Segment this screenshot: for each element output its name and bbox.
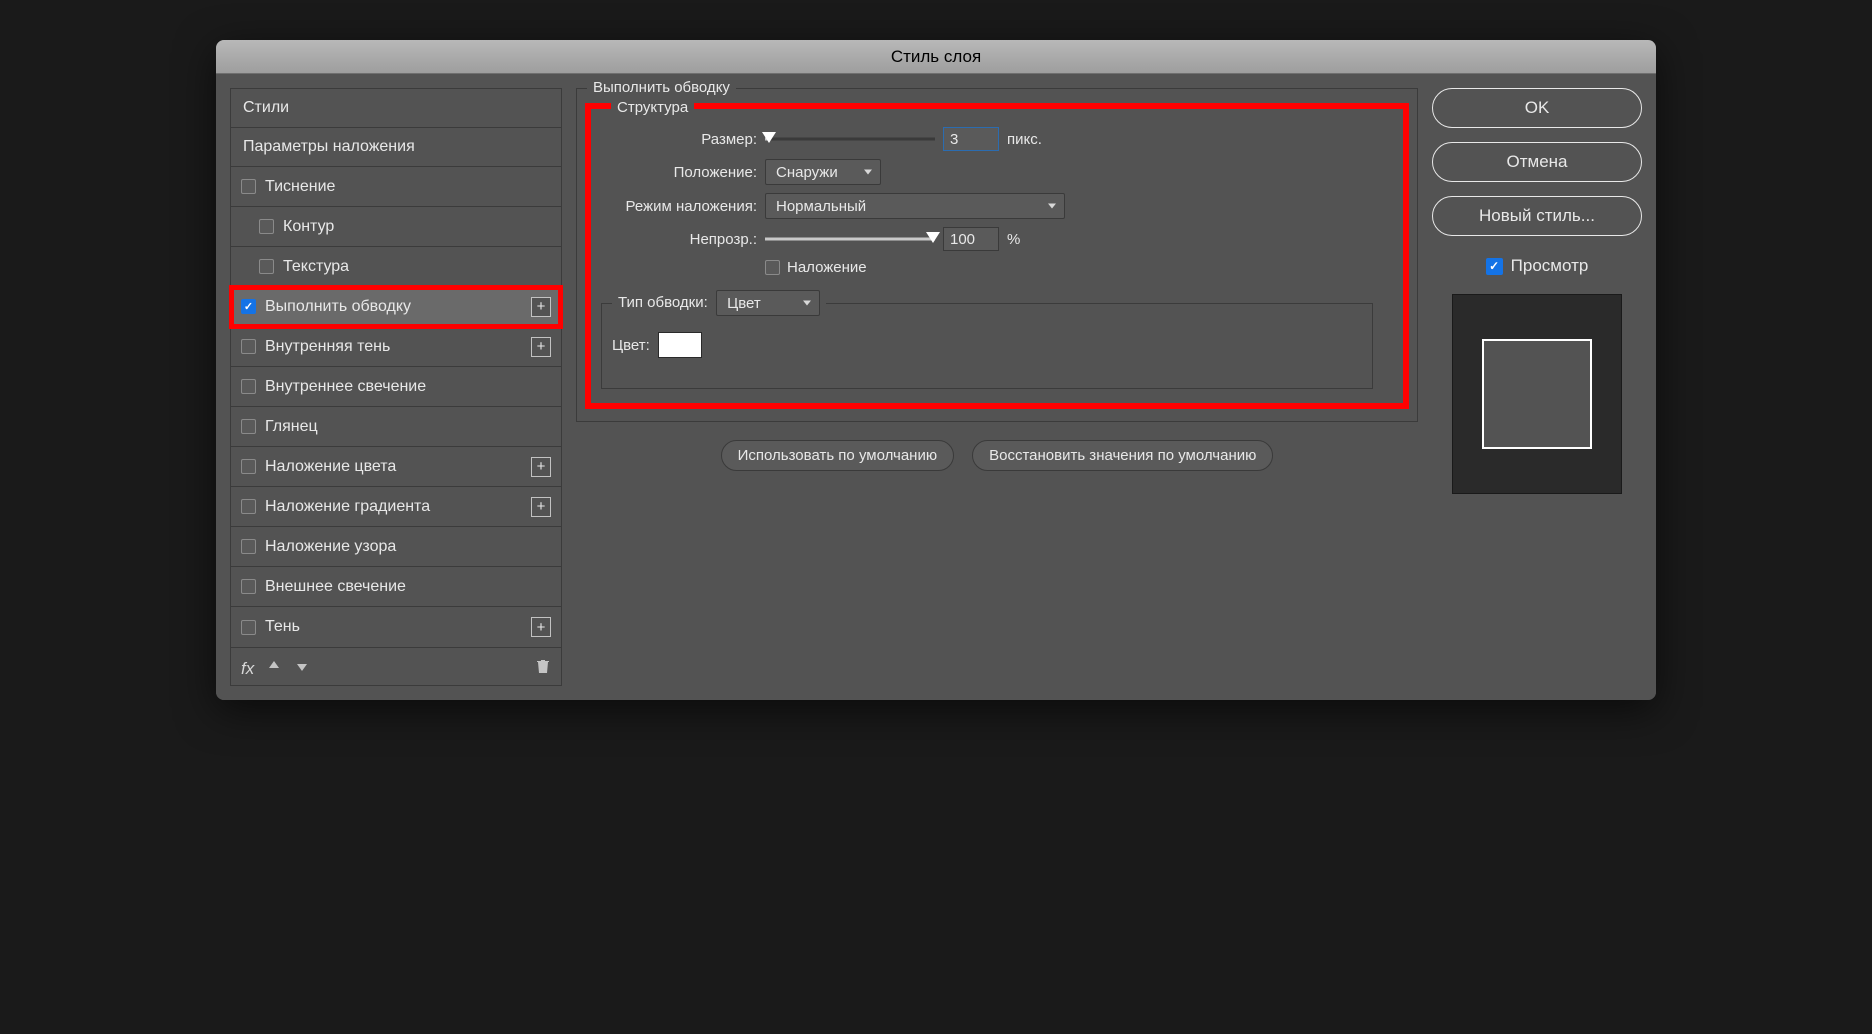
overprint-label: Наложение	[787, 259, 867, 276]
checkbox-icon[interactable]	[241, 539, 256, 554]
checkbox-icon[interactable]	[259, 219, 274, 234]
sidebar-item-texture[interactable]: Текстура	[231, 247, 561, 287]
fx-menu[interactable]: fx	[241, 659, 254, 679]
stroketype-value: Цвет	[727, 295, 761, 312]
plus-icon[interactable]: +	[531, 297, 551, 317]
checkbox-icon[interactable]	[241, 179, 256, 194]
sidebar-item-pattern-overlay[interactable]: Наложение узора	[231, 527, 561, 567]
checkbox-icon[interactable]	[241, 339, 256, 354]
checkbox-icon[interactable]	[241, 419, 256, 434]
position-select[interactable]: Снаружи	[765, 159, 881, 185]
checkbox-icon[interactable]	[241, 299, 256, 314]
checkbox-icon[interactable]	[259, 259, 274, 274]
checkbox-icon[interactable]	[241, 579, 256, 594]
size-slider[interactable]	[765, 130, 935, 148]
color-swatch[interactable]	[658, 332, 702, 358]
ok-button[interactable]: OK	[1432, 88, 1642, 128]
opacity-slider[interactable]	[765, 230, 935, 248]
plus-icon[interactable]: +	[531, 457, 551, 477]
sidebar-item-label: Наложение узора	[265, 538, 396, 556]
stroke-type-group: Тип обводки: Цвет Цвет:	[601, 290, 1373, 389]
sidebar-item-color-overlay[interactable]: Наложение цвета +	[231, 447, 561, 487]
stroke-fieldset: Выполнить обводку Структура Размер:	[576, 88, 1418, 422]
right-column: OK Отмена Новый стиль... Просмотр	[1432, 88, 1642, 686]
sidebar-item-label: Текстура	[283, 258, 349, 276]
new-style-button[interactable]: Новый стиль...	[1432, 196, 1642, 236]
sidebar-styles-header[interactable]: Стили	[231, 89, 561, 128]
opacity-label: Непрозр.:	[601, 231, 757, 248]
sidebar-item-outer-glow[interactable]: Внешнее свечение	[231, 567, 561, 607]
opacity-unit: %	[1007, 231, 1020, 248]
structure-group: Структура Размер: пикс.	[591, 109, 1403, 403]
preview-swatch	[1482, 339, 1592, 449]
move-up-icon[interactable]	[266, 658, 282, 679]
styles-sidebar: Стили Параметры наложения Тиснение Контур…	[230, 88, 562, 686]
sidebar-footer: fx	[230, 648, 562, 686]
color-label: Цвет:	[612, 337, 650, 354]
options-panel: Выполнить обводку Структура Размер:	[576, 88, 1418, 686]
sidebar-item-label: Наложение цвета	[265, 458, 396, 476]
sidebar-item-emboss[interactable]: Тиснение	[231, 167, 561, 207]
checkbox-icon[interactable]	[241, 499, 256, 514]
checkbox-icon[interactable]	[241, 620, 256, 635]
sidebar-item-drop-shadow[interactable]: Тень +	[231, 607, 561, 647]
preview-thumbnail	[1452, 294, 1622, 494]
sidebar-item-inner-glow[interactable]: Внутреннее свечение	[231, 367, 561, 407]
dialog-title: Стиль слоя	[216, 40, 1656, 74]
plus-icon[interactable]: +	[531, 497, 551, 517]
highlight-region: Размер: пикс. Положение:	[591, 109, 1403, 403]
checkbox-icon[interactable]	[241, 379, 256, 394]
preview-label: Просмотр	[1511, 256, 1589, 276]
sidebar-item-label: Наложение градиента	[265, 498, 430, 516]
sidebar-item-label: Внутренняя тень	[265, 338, 390, 356]
default-buttons: Использовать по умолчанию Восстановить з…	[576, 436, 1418, 471]
sidebar-item-satin[interactable]: Глянец	[231, 407, 561, 447]
opacity-input[interactable]	[943, 227, 999, 251]
trash-icon[interactable]	[535, 658, 551, 679]
sidebar-item-label: Тень	[265, 618, 300, 636]
move-down-icon[interactable]	[294, 658, 310, 679]
checkbox-icon[interactable]	[241, 459, 256, 474]
sidebar-item-label: Тиснение	[265, 178, 335, 196]
sidebar-item-inner-shadow[interactable]: Внутренняя тень +	[231, 327, 561, 367]
panel-title: Выполнить обводку	[587, 79, 736, 96]
size-label: Размер:	[601, 131, 757, 148]
dialog-content: Стили Параметры наложения Тиснение Контур…	[216, 74, 1656, 700]
sidebar-item-contour[interactable]: Контур	[231, 207, 561, 247]
sidebar-item-gradient-overlay[interactable]: Наложение градиента +	[231, 487, 561, 527]
sidebar-item-stroke[interactable]: Выполнить обводку +	[231, 287, 561, 327]
structure-legend: Структура	[611, 99, 694, 116]
sidebar-list: Стили Параметры наложения Тиснение Контур…	[230, 88, 562, 648]
stroketype-label: Тип обводки:	[618, 294, 708, 311]
blend-value: Нормальный	[776, 198, 866, 215]
sidebar-item-label: Внешнее свечение	[265, 578, 406, 596]
position-value: Снаружи	[776, 164, 838, 181]
sidebar-item-label: Контур	[283, 218, 334, 236]
position-label: Положение:	[601, 164, 757, 181]
size-unit: пикс.	[1007, 131, 1042, 148]
plus-icon[interactable]: +	[531, 337, 551, 357]
size-row: Размер: пикс.	[601, 127, 1373, 151]
preview-checkbox[interactable]: Просмотр	[1432, 256, 1642, 276]
stroketype-select[interactable]: Цвет	[716, 290, 820, 316]
size-input[interactable]	[943, 127, 999, 151]
sidebar-item-label: Внутреннее свечение	[265, 378, 426, 396]
sidebar-item-label: Глянец	[265, 418, 318, 436]
overprint-checkbox[interactable]: Наложение	[765, 259, 867, 276]
blend-row: Режим наложения: Нормальный	[601, 193, 1373, 219]
make-default-button[interactable]: Использовать по умолчанию	[721, 440, 954, 471]
opacity-row: Непрозр.: %	[601, 227, 1373, 251]
sidebar-item-label: Выполнить обводку	[265, 298, 411, 316]
check-icon	[1486, 258, 1503, 275]
reset-default-button[interactable]: Восстановить значения по умолчанию	[972, 440, 1273, 471]
position-row: Положение: Снаружи	[601, 159, 1373, 185]
blend-label: Режим наложения:	[601, 198, 757, 215]
cancel-button[interactable]: Отмена	[1432, 142, 1642, 182]
color-row: Цвет:	[612, 332, 1362, 358]
plus-icon[interactable]: +	[531, 617, 551, 637]
blend-select[interactable]: Нормальный	[765, 193, 1065, 219]
sidebar-blendopts[interactable]: Параметры наложения	[231, 128, 561, 167]
overprint-row: Наложение	[601, 259, 1373, 276]
layer-style-dialog: Стиль слоя Стили Параметры наложения Тис…	[216, 40, 1656, 700]
